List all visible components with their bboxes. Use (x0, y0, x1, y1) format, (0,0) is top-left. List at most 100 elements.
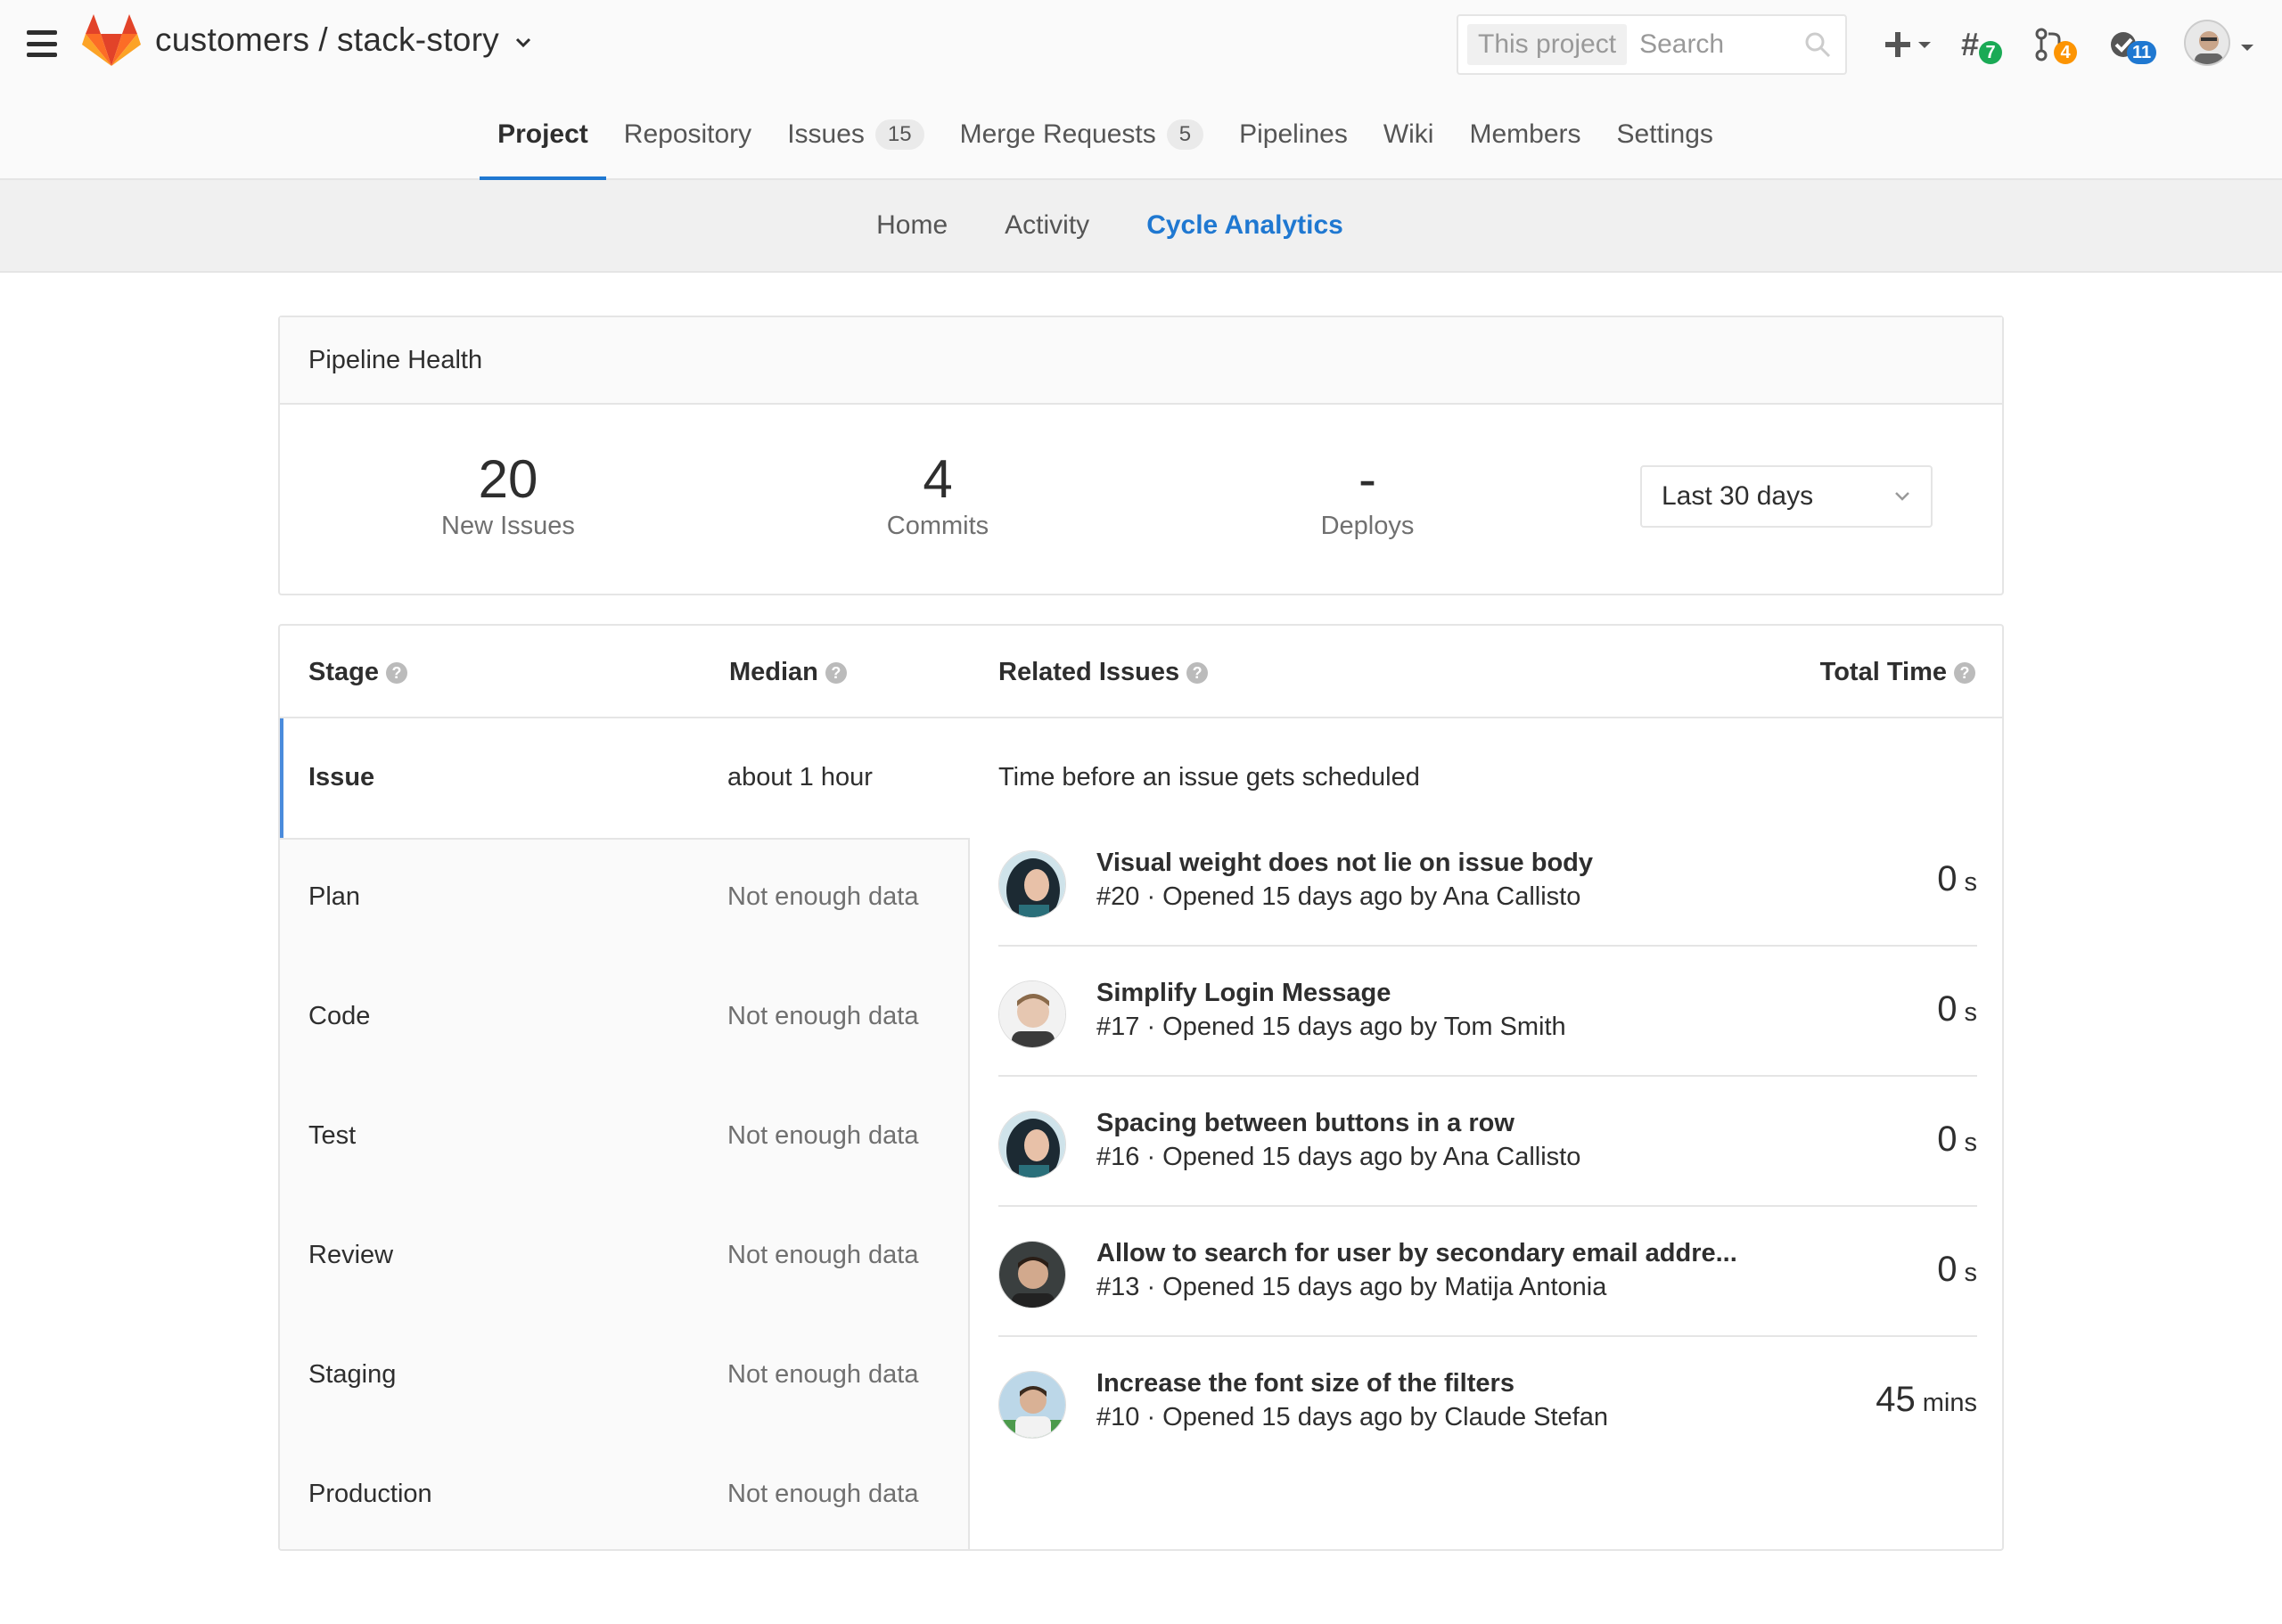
nav-settings[interactable]: Settings (1599, 89, 1731, 180)
plus-icon (1885, 32, 1910, 57)
help-icon[interactable]: ? (1954, 661, 1975, 684)
issues-count: 15 (874, 119, 924, 150)
stage-median: Not enough data (727, 1360, 919, 1389)
avatar[interactable] (998, 980, 1066, 1048)
stage-row-code[interactable]: Code Not enough data (280, 957, 970, 1077)
sub-nav: Home Activity Cycle Analytics (0, 180, 2282, 273)
stage-median: Not enough data (727, 882, 919, 911)
issue-author[interactable]: Claude Stefan (1444, 1403, 1608, 1431)
nav-project[interactable]: Project (480, 89, 606, 180)
breadcrumb: customers / stack-story (155, 21, 533, 59)
stage-row-staging[interactable]: Staging Not enough data (280, 1316, 970, 1435)
nav-members-label: Members (1469, 119, 1581, 149)
issue-opened: Opened 15 days ago by (1162, 1273, 1438, 1301)
issue-meta: #13 · Opened 15 days ago by Matija Anton… (1096, 1273, 1607, 1301)
search-icon[interactable] (1802, 29, 1833, 60)
merge-requests-count-badge: 4 (2054, 41, 2077, 64)
nav-issues-label: Issues (787, 119, 865, 149)
stage-median: Not enough data (727, 1002, 919, 1030)
stage-name: Issue (308, 763, 375, 791)
header-related-issues: Related Issues? (998, 658, 1209, 687)
stage-name: Staging (308, 1360, 397, 1389)
gitlab-logo[interactable] (82, 14, 141, 68)
new-dropdown-button[interactable] (1883, 23, 1933, 66)
issue-meta: #10 · Opened 15 days ago by Claude Stefa… (1096, 1403, 1609, 1431)
list-item: Visual weight does not lie on issue body… (998, 816, 1977, 947)
help-icon[interactable]: ? (1186, 661, 1209, 684)
issue-author[interactable]: Tom Smith (1444, 1013, 1566, 1041)
time-value: 0 (1937, 1120, 1958, 1159)
avatar[interactable] (998, 1371, 1066, 1439)
namespace-link[interactable]: customers (155, 21, 309, 59)
nav-merge-requests-label: Merge Requests (959, 119, 1156, 149)
list-item: Simplify Login Message #17 · Opened 15 d… (998, 947, 1977, 1077)
stage-row-issue[interactable]: Issue about 1 hour (280, 718, 970, 838)
issue-title[interactable]: Visual weight does not lie on issue body (1096, 849, 1593, 878)
issue-ref[interactable]: #17 (1096, 1013, 1139, 1041)
stage-median: about 1 hour (727, 763, 873, 791)
issue-title[interactable]: Allow to search for user by secondary em… (1096, 1239, 1737, 1268)
date-range-select[interactable]: Last 30 days (1640, 465, 1933, 528)
merge-requests-button[interactable]: 4 (2034, 23, 2077, 66)
stage-row-review[interactable]: Review Not enough data (280, 1196, 970, 1316)
breadcrumb-separator: / (318, 21, 328, 58)
issue-author[interactable]: Ana Callisto (1443, 882, 1581, 911)
issue-title[interactable]: Spacing between buttons in a row (1096, 1109, 1514, 1138)
nav-wiki-label: Wiki (1383, 119, 1434, 149)
avatar[interactable] (998, 1241, 1066, 1308)
chevron-down-icon[interactable] (2239, 39, 2255, 55)
project-link[interactable]: stack-story (337, 21, 499, 59)
subnav-activity[interactable]: Activity (1005, 210, 1089, 241)
issue-opened: Opened 15 days ago by (1162, 1013, 1438, 1041)
stat-deploys: - Deploys (1189, 451, 1546, 541)
menu-icon[interactable] (27, 30, 57, 57)
header-stage: Stage? (308, 658, 407, 687)
nav-members[interactable]: Members (1451, 89, 1598, 180)
stage-row-plan[interactable]: Plan Not enough data (280, 838, 970, 957)
nav-pipelines-label: Pipelines (1239, 119, 1348, 149)
issue-title[interactable]: Increase the font size of the filters (1096, 1369, 1514, 1398)
issue-author[interactable]: Matija Antonia (1444, 1273, 1606, 1301)
help-icon[interactable]: ? (825, 661, 847, 684)
subnav-cycle-analytics[interactable]: Cycle Analytics (1146, 210, 1343, 241)
time-value: 0 (1937, 989, 1958, 1029)
header-related-label: Related Issues (998, 658, 1180, 686)
top-header: customers / stack-story This project Sea… (0, 0, 2282, 180)
total-time: 0s (1937, 1250, 1977, 1290)
stage-row-production[interactable]: Production Not enough data (280, 1435, 970, 1549)
date-range-value: Last 30 days (1662, 481, 1814, 511)
nav-issues[interactable]: Issues 15 (769, 89, 941, 180)
header-total-label: Total Time (1819, 658, 1947, 686)
time-unit: mins (1922, 1389, 1977, 1417)
issue-title[interactable]: Simplify Login Message (1096, 979, 1391, 1008)
issue-ref[interactable]: #10 (1096, 1403, 1139, 1431)
time-unit: s (1964, 868, 1978, 897)
time-value: 0 (1937, 1250, 1958, 1289)
help-icon[interactable]: ? (385, 661, 407, 684)
search-box[interactable]: This project Search (1457, 14, 1847, 75)
chevron-down-icon (1895, 492, 1909, 501)
svg-text:#: # (1961, 27, 1979, 62)
assigned-issues-button[interactable]: # 7 (1959, 23, 2002, 66)
search-input[interactable]: Search (1639, 29, 1802, 60)
nav-repository[interactable]: Repository (606, 89, 769, 180)
nav-pipelines[interactable]: Pipelines (1221, 89, 1366, 180)
chevron-down-icon[interactable] (513, 33, 533, 53)
avatar[interactable] (998, 1111, 1066, 1178)
issue-ref[interactable]: #13 (1096, 1273, 1139, 1301)
avatar[interactable] (998, 850, 1066, 918)
stat-label: New Issues (441, 512, 575, 540)
nav-merge-requests[interactable]: Merge Requests 5 (942, 89, 1221, 180)
subnav-home[interactable]: Home (876, 210, 948, 241)
total-time: 0s (1937, 1120, 1977, 1160)
nav-wiki[interactable]: Wiki (1366, 89, 1452, 180)
issue-author[interactable]: Ana Callisto (1443, 1143, 1581, 1171)
todos-button[interactable]: 11 (2107, 23, 2157, 66)
stage-name: Code (308, 1002, 371, 1030)
user-avatar[interactable] (2184, 20, 2230, 66)
issue-ref[interactable]: #16 (1096, 1143, 1139, 1171)
stage-row-test[interactable]: Test Not enough data (280, 1077, 970, 1196)
issue-ref[interactable]: #20 (1096, 882, 1139, 911)
stage-name: Plan (308, 882, 361, 911)
time-value: 0 (1937, 859, 1958, 898)
